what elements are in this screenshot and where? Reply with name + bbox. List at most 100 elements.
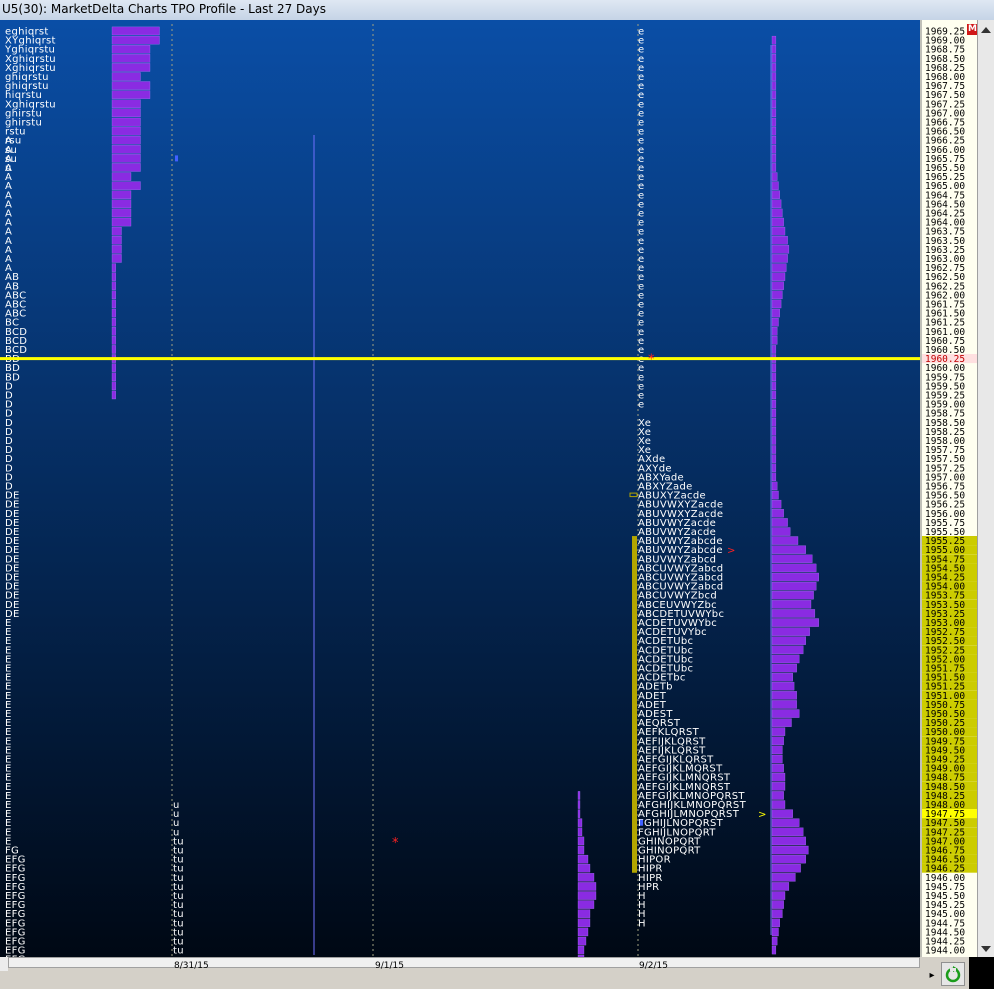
volume-bar xyxy=(771,590,814,600)
volume-bar xyxy=(771,809,793,818)
volume-bar xyxy=(111,154,141,163)
volume-bar xyxy=(577,918,591,928)
volume-bar xyxy=(111,363,116,372)
volume-bar xyxy=(771,600,812,609)
volume-bar xyxy=(111,345,116,354)
volume-bar xyxy=(771,408,777,418)
volume-bar xyxy=(111,199,132,209)
volume-bar xyxy=(771,126,777,136)
volume-bar xyxy=(577,900,595,909)
price-tick-label: 1944.00 xyxy=(925,946,965,957)
volume-bar xyxy=(771,609,816,618)
volume-bar xyxy=(771,645,804,655)
tpo-letters: H xyxy=(638,918,646,929)
volume-bar xyxy=(771,918,780,928)
volume-bar xyxy=(771,518,788,527)
date-label: 9/2/15 xyxy=(639,961,668,971)
volume-bar xyxy=(771,936,778,946)
volume-bar xyxy=(771,226,786,236)
volume-bar xyxy=(111,281,116,290)
volume-bar xyxy=(111,290,116,300)
volume-bar xyxy=(771,563,817,573)
volume-bar xyxy=(771,163,777,172)
volume-bar xyxy=(111,90,151,99)
volume-bar xyxy=(771,463,777,472)
date-label: 9/1/15 xyxy=(375,961,404,971)
volume-bar xyxy=(577,873,595,882)
volume-bar xyxy=(771,536,799,545)
value-area-bar xyxy=(632,536,637,873)
volume-bar xyxy=(111,72,141,81)
volume-bar xyxy=(771,135,777,145)
window-title: U5(30): MarketDelta Charts TPO Profile -… xyxy=(2,2,326,16)
volume-bar xyxy=(771,263,787,272)
volume-bar xyxy=(771,72,777,81)
volume-bar xyxy=(771,45,777,54)
volume-bar xyxy=(771,654,800,664)
bottom-bar: 8/31/15 9/1/15 9/2/15 ▸ xyxy=(0,957,994,989)
vertical-scrollbar[interactable] xyxy=(977,20,994,957)
volume-bar xyxy=(111,372,116,382)
scroll-up-arrow-icon[interactable] xyxy=(978,23,994,37)
volume-bar xyxy=(771,636,806,645)
volume-bar xyxy=(771,627,810,636)
open-marker-icon: * xyxy=(392,836,399,851)
volume-bar xyxy=(111,145,141,154)
horizontal-scrollbar[interactable]: 8/31/15 9/1/15 9/2/15 xyxy=(8,957,920,971)
volume-bar xyxy=(111,217,132,227)
volume-bar xyxy=(771,145,777,154)
volume-bar xyxy=(111,181,141,190)
volume-bar xyxy=(771,245,790,254)
volume-bar xyxy=(771,427,777,436)
scroll-right-arrow-icon[interactable]: ▸ xyxy=(925,967,939,985)
tpo-letters: tu xyxy=(173,946,184,957)
volume-bar xyxy=(771,372,777,382)
volume-bar xyxy=(771,827,804,837)
poc-marker xyxy=(175,155,178,162)
volume-bar xyxy=(577,845,585,855)
volume-bar xyxy=(771,363,777,372)
volume-bar xyxy=(771,700,797,709)
scroll-down-arrow-icon[interactable] xyxy=(978,941,994,957)
poc-marker xyxy=(640,819,643,826)
volume-bar xyxy=(771,672,793,682)
volume-bar xyxy=(771,345,777,354)
volume-bar xyxy=(771,873,796,882)
date-label: 8/31/15 xyxy=(174,961,209,971)
volume-bar xyxy=(111,308,116,318)
volume-bar xyxy=(771,882,790,891)
volume-bar xyxy=(771,236,788,245)
volume-bar xyxy=(771,81,777,90)
volume-bar xyxy=(771,681,795,691)
volume-bar xyxy=(577,891,597,900)
volume-bar xyxy=(577,809,581,818)
corner-panel xyxy=(969,957,994,989)
volume-bar xyxy=(771,54,777,63)
volume-bar xyxy=(771,745,783,755)
volume-bar xyxy=(771,454,777,463)
volume-bar xyxy=(111,81,151,90)
volume-bar xyxy=(111,336,116,345)
volume-bar xyxy=(577,863,591,873)
volume-bar xyxy=(111,163,141,172)
volume-bar xyxy=(771,836,806,846)
volume-bar xyxy=(111,126,141,136)
volume-bar xyxy=(771,490,779,500)
refresh-button[interactable] xyxy=(941,962,965,986)
volume-bar xyxy=(771,445,777,454)
volume-bar xyxy=(111,45,151,54)
volume-bar xyxy=(771,572,819,582)
volume-bar xyxy=(771,736,784,746)
volume-bar xyxy=(771,863,801,873)
volume-bar xyxy=(771,900,784,909)
volume-bar xyxy=(771,499,782,509)
volume-bar xyxy=(111,63,151,72)
volume-bar xyxy=(111,172,132,181)
volume-bar xyxy=(771,418,777,427)
volume-bar xyxy=(771,909,783,918)
volume-bar xyxy=(111,26,160,36)
close-marker-icon: > xyxy=(727,546,735,557)
volume-bar xyxy=(771,390,777,400)
volume-bar xyxy=(771,90,777,99)
volume-bar xyxy=(771,436,777,445)
